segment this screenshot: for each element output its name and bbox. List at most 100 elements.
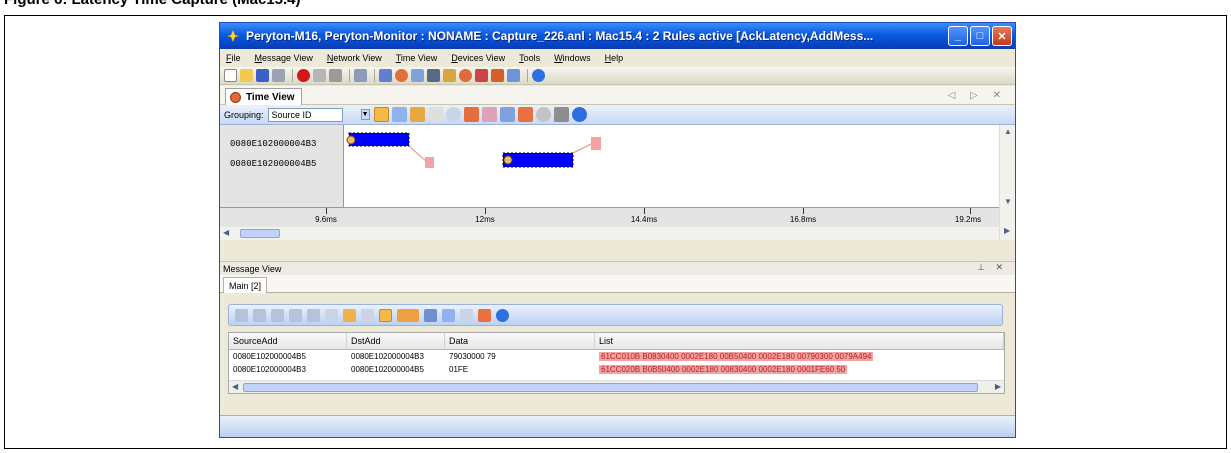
help-icon[interactable] (571, 107, 587, 122)
caption-strip: Figure 6: Latency Time Capture (Mac15.4) (0, 0, 1231, 12)
chevron-down-icon[interactable]: ▼ (360, 109, 370, 120)
table-header: SourceAdd DstAdd Data List (229, 333, 1004, 350)
print-preview-icon[interactable] (427, 69, 440, 82)
column-header-data[interactable]: Data (445, 333, 595, 349)
message-table: SourceAdd DstAdd Data List 0080E10200000… (228, 332, 1005, 394)
pane-navigation[interactable]: ◁ ▷ ✕ (948, 90, 1007, 101)
device-icon[interactable] (475, 69, 488, 82)
timeline-vertical-scrollbar[interactable]: ▲ ▼ ▶ (999, 125, 1015, 240)
search-icon[interactable] (442, 308, 455, 322)
pause-icon[interactable] (313, 69, 326, 82)
app-logo-icon (226, 29, 240, 43)
zoom-reset-icon[interactable] (445, 107, 461, 122)
arrow-down-icon[interactable] (343, 308, 356, 322)
new-file-icon[interactable] (224, 69, 237, 82)
cursor-dropdown-icon[interactable] (499, 107, 515, 122)
clock-icon (230, 91, 241, 103)
binary-view-icon[interactable] (397, 308, 419, 322)
zoom-rect-icon[interactable] (409, 107, 425, 122)
network-icon[interactable] (395, 69, 408, 82)
menu-tools[interactable]: Tools (519, 53, 540, 63)
time-view-icon[interactable] (459, 69, 472, 82)
zoom-icon[interactable] (391, 107, 407, 122)
message-list-icon[interactable] (411, 69, 424, 82)
column-header-sourceadd[interactable]: SourceAdd (229, 333, 347, 349)
print-icon[interactable] (553, 107, 569, 122)
sort-desc-icon[interactable] (307, 308, 320, 322)
maximize-button[interactable]: □ (970, 26, 990, 46)
menu-help[interactable]: Help (605, 53, 624, 63)
close-button[interactable]: ✕ (992, 26, 1012, 46)
menu-time-view[interactable]: Time View (396, 53, 438, 63)
collapse-icon[interactable] (253, 308, 266, 322)
menu-file[interactable]: File (226, 53, 241, 63)
cell-data: 79030000 79 (449, 352, 496, 361)
message-start-marker (346, 135, 356, 145)
table-row[interactable]: 0080E102000004B5 0080E102000004B3 790300… (229, 350, 1004, 363)
menu-message-view[interactable]: Message View (255, 53, 313, 63)
arrow-up-icon[interactable] (325, 308, 338, 322)
anchor-icon[interactable] (379, 69, 392, 82)
source-label[interactable]: 0080E102000004B5 (230, 159, 316, 169)
sort-asc-icon[interactable] (289, 308, 302, 322)
filter-list-icon[interactable] (271, 308, 284, 322)
pin-close-icons[interactable]: ⊥ ✕ (977, 262, 1007, 273)
message-view-title: Message View (223, 263, 282, 274)
title-bar[interactable]: Peryton-M16, Peryton-Monitor : NONAME : … (220, 23, 1015, 49)
tick-label: 16.8ms (789, 215, 817, 224)
message-view-toolbar (228, 304, 1003, 326)
marker-icon[interactable] (463, 107, 479, 122)
column-header-dstadd[interactable]: DstAdd (347, 333, 445, 349)
timeline-horizontal-scrollbar[interactable]: ◀ (220, 227, 1001, 240)
menu-windows[interactable]: Windows (554, 53, 591, 63)
settings-icon[interactable] (507, 69, 520, 82)
scroll-right-icon[interactable]: ▶ (995, 382, 1001, 391)
anchor-icon[interactable] (478, 308, 491, 322)
anchor-icon[interactable] (517, 107, 533, 122)
column-header-list[interactable]: List (595, 333, 1004, 349)
save-all-icon[interactable] (272, 69, 285, 82)
table-view-icon[interactable] (424, 308, 437, 322)
grouping-select[interactable]: Source ID (267, 107, 343, 122)
table-row[interactable]: 0080E102000004B3 0080E102000004B5 01FE 6… (229, 363, 1004, 376)
cell-source: 0080E102000004B3 (233, 365, 306, 374)
status-bar (220, 415, 1015, 437)
tab-main[interactable]: Main [2] (223, 277, 268, 293)
source-label[interactable]: 0080E102000004B3 (230, 139, 316, 149)
source-labels: 0080E102000004B3 0080E102000004B5 (220, 125, 344, 207)
filter-icon[interactable] (460, 308, 473, 322)
delete-icon[interactable] (361, 308, 374, 322)
expand-icon[interactable] (235, 308, 248, 322)
select-tool-icon[interactable] (373, 107, 389, 122)
menu-devices-view[interactable]: Devices View (451, 53, 505, 63)
stop-icon[interactable] (329, 69, 342, 82)
table-horizontal-scrollbar[interactable]: ◀ ▶ (229, 380, 1004, 393)
wrench-icon[interactable] (354, 69, 367, 82)
ack-marker (425, 157, 434, 168)
menu-network-view[interactable]: Network View (327, 53, 382, 63)
open-folder-icon[interactable] (240, 69, 253, 82)
axis-tick (644, 208, 645, 214)
scroll-thumb[interactable] (243, 383, 978, 392)
measure-icon[interactable] (481, 107, 497, 122)
report-icon[interactable] (443, 69, 456, 82)
time-axis: 9.6ms 12ms 14.4ms 16.8ms 19.2ms (220, 207, 1001, 227)
scroll-down-icon[interactable]: ▼ (1004, 197, 1012, 206)
scroll-left-icon[interactable]: ◀ (232, 382, 238, 391)
pan-hand-icon[interactable] (427, 107, 443, 122)
scroll-left-icon[interactable]: ◀ (223, 228, 229, 237)
toolbar-separator (349, 69, 350, 82)
scroll-right-icon[interactable]: ▶ (1004, 226, 1010, 235)
timeline-plot[interactable] (345, 125, 997, 207)
save-icon[interactable] (256, 69, 269, 82)
scroll-up-icon[interactable]: ▲ (1004, 127, 1012, 136)
minimize-button[interactable]: _ (948, 26, 968, 46)
share-icon[interactable] (491, 69, 504, 82)
scroll-thumb[interactable] (240, 229, 280, 238)
stop-icon[interactable] (535, 107, 551, 122)
record-icon[interactable] (297, 69, 310, 82)
tab-time-view[interactable]: Time View (225, 88, 302, 105)
select-tool-icon[interactable] (379, 308, 392, 322)
help-icon[interactable] (496, 308, 509, 322)
help-icon[interactable] (532, 69, 545, 82)
